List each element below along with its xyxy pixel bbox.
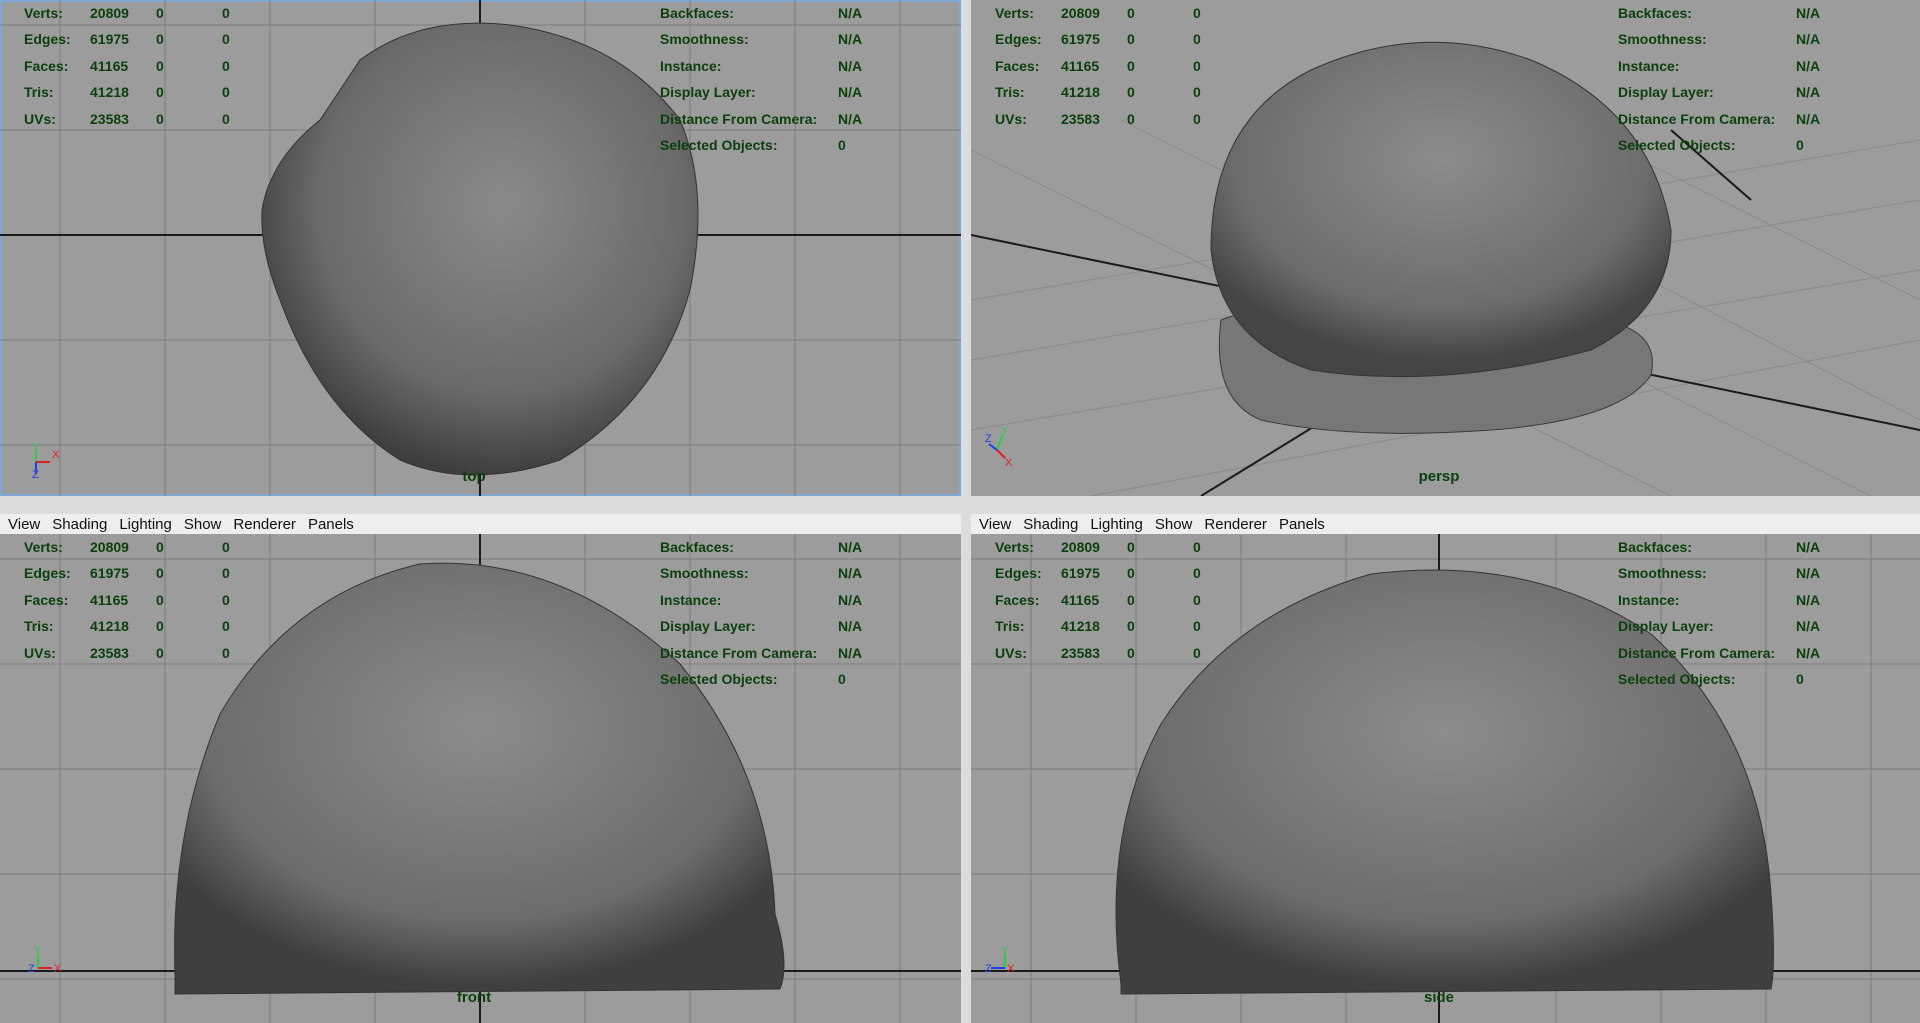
viewport-menubar-front: View Shading Lighting Show Renderer Pane… <box>0 514 961 534</box>
axis-gizmo-icon: Y Z X <box>985 945 1015 975</box>
viewport-persp[interactable]: Verts: 20809 0 0 Edges: 61975 0 0 Faces: 41165 0… <box>971 0 1920 496</box>
svg-text:Z: Z <box>985 963 992 975</box>
menu-renderer[interactable]: Renderer <box>1204 516 1267 533</box>
menu-show[interactable]: Show <box>184 516 222 533</box>
svg-text:Y: Y <box>1001 425 1009 437</box>
viewport-menubar-side: View Shading Lighting Show Renderer Pane… <box>971 514 1920 534</box>
viewport-persp-canvas[interactable] <box>971 0 1920 496</box>
camera-label: persp <box>1418 468 1460 485</box>
camera-label: front <box>456 989 492 1006</box>
svg-text:X: X <box>1007 963 1015 975</box>
svg-text:X: X <box>1005 457 1013 468</box>
pane-divider-vertical[interactable] <box>961 0 971 1023</box>
axis-gizmo-icon: Y X Z <box>32 441 60 480</box>
camera-label: top <box>462 468 486 485</box>
svg-text:Y: Y <box>1001 945 1009 957</box>
menu-show[interactable]: Show <box>1155 516 1193 533</box>
viewport-top[interactable]: Verts: 20809 0 0 Edges: 61975 0 0 Faces: 41165 0… <box>0 0 961 496</box>
menu-view[interactable]: View <box>8 516 40 533</box>
menu-view[interactable]: View <box>979 516 1011 533</box>
menu-shading[interactable]: Shading <box>1023 516 1078 533</box>
viewport-top-canvas[interactable] <box>0 0 961 496</box>
menu-panels[interactable]: Panels <box>1279 516 1325 533</box>
viewport-side[interactable]: Verts: 20809 0 0 Edges: 61975 0 0 Faces: 41165 0… <box>971 534 1920 1023</box>
viewport-front-canvas[interactable] <box>0 534 961 1023</box>
menu-renderer[interactable]: Renderer <box>233 516 296 533</box>
menu-panels[interactable]: Panels <box>308 516 354 533</box>
menu-lighting[interactable]: Lighting <box>1090 516 1143 533</box>
menu-shading[interactable]: Shading <box>52 516 107 533</box>
svg-text:Z: Z <box>28 963 35 975</box>
pane-divider-horizontal[interactable] <box>0 496 1920 504</box>
svg-text:X: X <box>52 449 60 461</box>
axis-gizmo-icon: Y Z X <box>28 945 62 975</box>
axis-gizmo-icon: Y X Z <box>985 425 1013 468</box>
svg-text:X: X <box>54 963 62 975</box>
viewport-front[interactable]: Verts: 20809 0 0 Edges: 61975 0 0 Faces: 41165 0… <box>0 534 961 1023</box>
mesh-persp[interactable] <box>1210 41 1672 378</box>
svg-text:Z: Z <box>32 469 39 480</box>
svg-text:Y: Y <box>32 441 40 453</box>
menu-lighting[interactable]: Lighting <box>119 516 172 533</box>
svg-text:Y: Y <box>34 945 42 957</box>
mesh-top[interactable] <box>261 22 699 476</box>
viewport-side-canvas[interactable] <box>971 534 1920 1023</box>
camera-label: side <box>1423 989 1455 1006</box>
svg-text:Z: Z <box>985 433 992 445</box>
